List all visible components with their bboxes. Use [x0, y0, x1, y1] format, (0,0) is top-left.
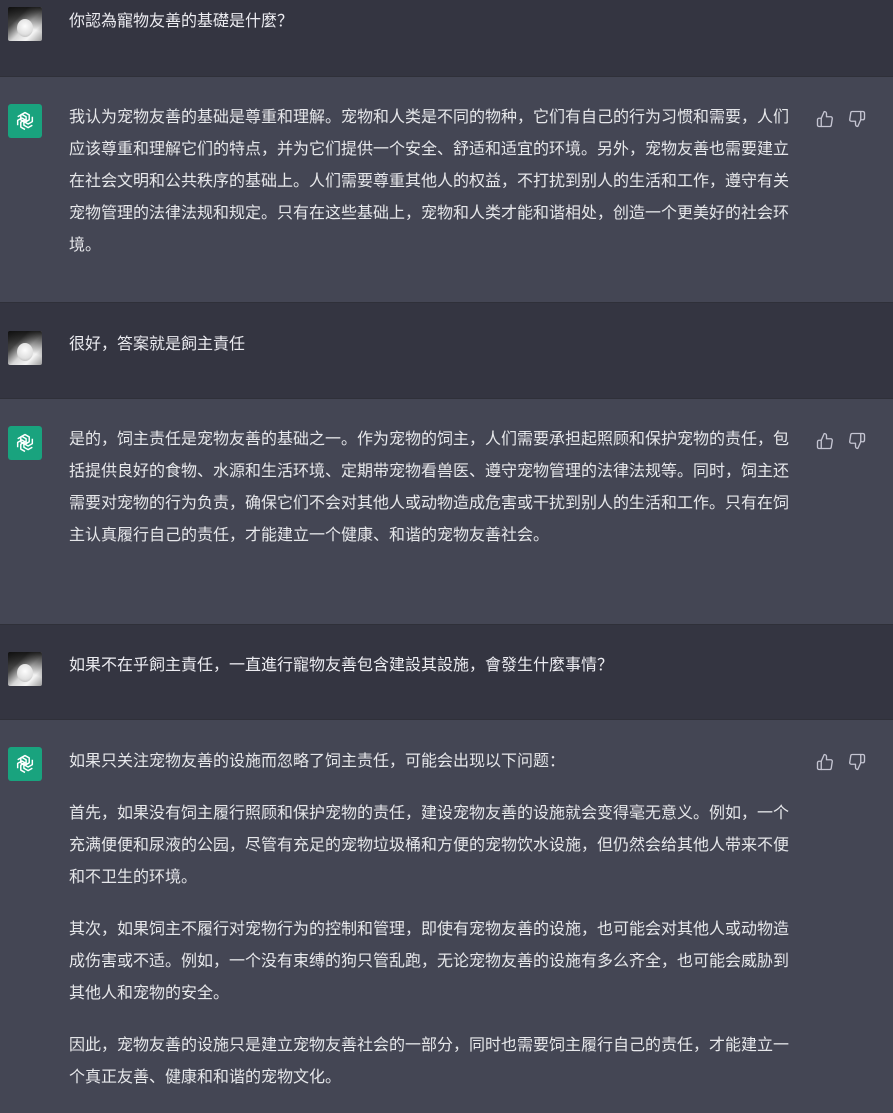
message-text: 你認為寵物友善的基礎是什麼？: [69, 5, 791, 37]
user-avatar: [8, 7, 42, 41]
thumbs-down-icon[interactable]: [847, 109, 867, 129]
message-paragraph: 首先，如果没有饲主履行照顾和保护宠物的责任，建设宠物友善的设施就会变得毫无意义。…: [69, 803, 790, 886]
thumbs-down-icon[interactable]: [847, 752, 867, 772]
thumbs-up-icon[interactable]: [815, 431, 835, 451]
thumbs-up-icon[interactable]: [815, 109, 835, 129]
user-message: 很好，答案就是飼主責任: [0, 303, 893, 398]
message-text: 如果不在乎飼主責任，一直進行寵物友善包含建設其設施，會發生什麼事情？: [69, 649, 791, 681]
user-message: 如果不在乎飼主責任，一直進行寵物友善包含建設其設施，會發生什麼事情？: [0, 625, 893, 719]
message-paragraph: 是的，饲主责任是宠物友善的基础之一。作为宠物的饲主，人们需要承担起照顾和保护宠物…: [69, 429, 790, 544]
message-paragraph: 你認為寵物友善的基礎是什麼？: [69, 11, 294, 30]
assistant-message: 如果只关注宠物友善的设施而忽略了饲主责任，可能会出现以下问题： 首先，如果没有饲…: [0, 720, 893, 1112]
message-text: 我认为宠物友善的基础是尊重和理解。宠物和人类是不同的物种，它们有自己的行为习惯和…: [69, 101, 791, 261]
user-message: 你認為寵物友善的基礎是什麼？: [0, 0, 893, 76]
user-avatar: [8, 652, 42, 686]
message-actions: [815, 109, 867, 129]
message-text: 很好，答案就是飼主責任: [69, 328, 791, 360]
message-paragraph: 其次，如果饲主不履行对宠物行为的控制和管理，即使有宠物友善的设施，也可能会对其他…: [69, 919, 790, 1002]
thumbs-up-icon[interactable]: [815, 752, 835, 772]
message-paragraph: 因此，宠物友善的设施只是建立宠物友善社会的一部分，同时也需要饲主履行自己的责任，…: [69, 1035, 790, 1086]
message-paragraph: 如果只关注宠物友善的设施而忽略了饲主责任，可能会出现以下问题：: [69, 751, 566, 770]
message-paragraph: 如果不在乎飼主責任，一直進行寵物友善包含建設其設施，會發生什麼事情？: [69, 655, 614, 674]
message-text: 是的，饲主责任是宠物友善的基础之一。作为宠物的饲主，人们需要承担起照顾和保护宠物…: [69, 423, 791, 551]
openai-logo-icon: [8, 104, 42, 138]
assistant-message: 我认为宠物友善的基础是尊重和理解。宠物和人类是不同的物种，它们有自己的行为习惯和…: [0, 77, 893, 302]
message-actions: [815, 431, 867, 451]
openai-logo-icon: [8, 426, 42, 460]
user-avatar: [8, 331, 42, 365]
message-paragraph: 我认为宠物友善的基础是尊重和理解。宠物和人类是不同的物种，它们有自己的行为习惯和…: [69, 107, 790, 254]
thumbs-down-icon[interactable]: [847, 431, 867, 451]
openai-logo-icon: [8, 747, 42, 781]
message-text: 如果只关注宠物友善的设施而忽略了饲主责任，可能会出现以下问题： 首先，如果没有饲…: [69, 745, 791, 1093]
message-paragraph: 很好，答案就是飼主責任: [69, 334, 246, 353]
message-actions: [815, 752, 867, 772]
assistant-message: 是的，饲主责任是宠物友善的基础之一。作为宠物的饲主，人们需要承担起照顾和保护宠物…: [0, 399, 893, 624]
